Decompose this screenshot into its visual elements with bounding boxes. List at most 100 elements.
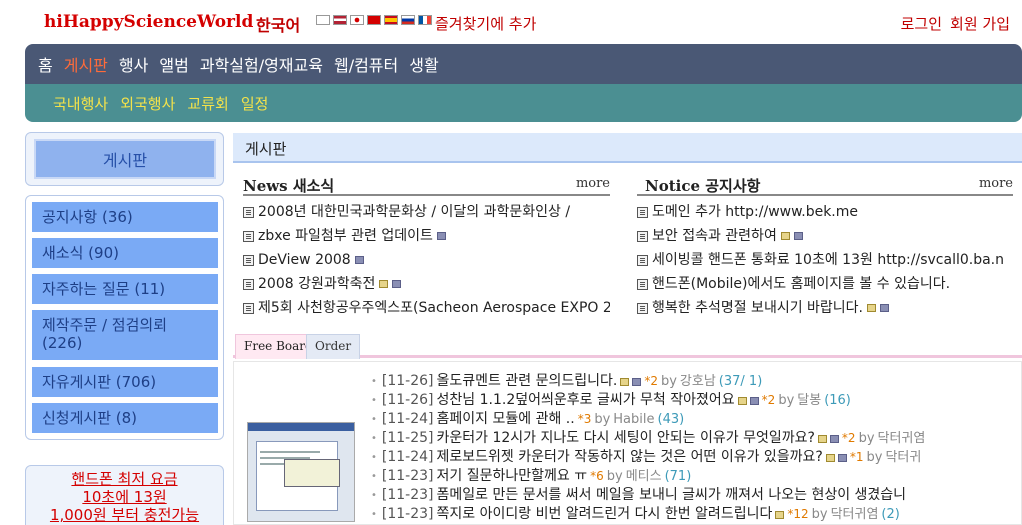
post-title[interactable]: 성찬님 1.1.2덮어씌운후로 글씨가 무척 작아졌어요 <box>437 391 735 410</box>
news-link[interactable]: zbxe 파일첨부 관련 업데이트 <box>258 224 433 248</box>
nav-item-album[interactable]: 앨범 <box>159 52 188 76</box>
news-link[interactable]: 2008년 대한민국과학문화상 / 이달의 과학문화인상 / <box>258 200 570 224</box>
attachment-icon <box>749 396 759 405</box>
subnav-item-schedule[interactable]: 일정 <box>241 93 269 114</box>
subnav-item-exchange[interactable]: 교류회 <box>187 93 228 114</box>
nav-item-events[interactable]: 행사 <box>119 52 148 76</box>
list-item[interactable]: 행복한 추석명절 보내시기 바랍니다. <box>637 296 1013 320</box>
image-icon <box>825 453 835 462</box>
news-link[interactable]: 2008 강원과학축전 <box>258 272 375 296</box>
list-item[interactable]: 핸드폰(Mobile)에서도 홈페이지를 볼 수 있습니다. <box>637 272 1013 296</box>
attachment-icon <box>829 434 839 443</box>
post-icon <box>243 254 254 266</box>
subnav-item-domestic[interactable]: 국내행사 <box>53 93 108 114</box>
by-label: by <box>866 450 883 465</box>
russia-flag-icon[interactable] <box>401 15 415 25</box>
free-board-panel: • [11-26] 올도큐멘트 관련 문의드립니다. *2 by 강호남 (37/ 1) •… <box>233 361 1022 525</box>
post-title[interactable]: 폼메일로 만든 문서를 써서 메일을 보내니 글씨가 깨져서 나오는 현상이 생… <box>437 486 907 505</box>
post-date: [11-25] <box>381 430 434 446</box>
post-author[interactable]: 닥터귀 <box>885 448 921 467</box>
news-more-link[interactable]: more <box>576 176 610 191</box>
list-item[interactable]: zbxe 파일첨부 관련 업데이트 <box>243 224 610 248</box>
nav-main-bar: 홈 게시판 행사 앨범 과학실험/영재교육 웹/컴퓨터 생활 <box>25 44 1022 84</box>
spain-flag-icon[interactable] <box>384 15 398 25</box>
list-item[interactable]: 제5회 사천항공우주엑스포(Sacheon Aerospace EXPO 2 <box>243 296 610 320</box>
ad-line[interactable]: 핸드폰 최저 요금 <box>26 470 223 488</box>
notice-link[interactable]: 행복한 추석명절 보내시기 바랍니다. <box>652 296 863 320</box>
post-title[interactable]: 저기 질문하나만할께요 ㅠ <box>437 467 588 486</box>
site-logo[interactable]: hiHappyScienceWorld <box>44 12 253 32</box>
table-row[interactable]: • [11-23] 쪽지로 아이디랑 비번 알려드린거 다시 한번 알려드립니다 *1… <box>371 505 1022 524</box>
notice-link[interactable]: 보안 접속과 관련하여 <box>652 224 777 248</box>
notice-more-link[interactable]: more <box>979 176 1013 191</box>
post-author[interactable]: Habile <box>613 410 654 429</box>
list-item[interactable]: 2008년 대한민국과학문화상 / 이달의 과학문화인상 / <box>243 200 610 224</box>
post-author[interactable]: 닥터귀염 <box>878 429 926 448</box>
nav-item-life[interactable]: 생활 <box>409 52 438 76</box>
signup-link[interactable]: 회원 가입 <box>950 13 1010 34</box>
usa-flag-icon[interactable] <box>333 15 347 25</box>
post-author[interactable]: 닥터귀염 <box>831 505 879 524</box>
list-item[interactable]: 도메인 추가 http://www.bek.me <box>637 200 1013 224</box>
table-row[interactable]: • [11-23] 폼메일로 만든 문서를 써서 메일을 보내니 글씨가 깨져서 나… <box>371 486 1022 505</box>
notice-section: Notice 공지사항 more 도메인 추가 http://www.bek.m… <box>637 172 1013 320</box>
news-link[interactable]: DeView 2008 <box>258 248 351 272</box>
post-author[interactable]: 메티스 <box>626 467 662 486</box>
phone-ad[interactable]: 핸드폰 최저 요금 10초에 13원 1,000원 부터 충전가능 <box>25 465 224 525</box>
ad-line[interactable]: 10초에 13원 <box>26 488 223 506</box>
list-item[interactable]: 2008 강원과학축전 <box>243 272 610 296</box>
table-row[interactable]: • [11-23] 저기 질문하나만할께요 ㅠ *6 by 메티스 (71) <box>371 467 1022 486</box>
login-link[interactable]: 로그인 <box>901 13 942 34</box>
japan-flag-icon[interactable] <box>350 15 364 25</box>
nav-sub-bar: 국내행사 외국행사 교류회 일정 <box>25 84 1022 122</box>
lock-icon <box>775 510 785 519</box>
table-row[interactable]: • [11-26] 성찬님 1.1.2덮어씌운후로 글씨가 무척 작아졌어요 *2 by… <box>371 391 1022 410</box>
tab-order[interactable]: Order <box>306 334 361 359</box>
list-item[interactable]: 세이빙콜 핸드폰 통화료 10초에 13원 http://svcall0.ba.… <box>637 248 1013 272</box>
post-title[interactable]: 제로보드위젯 카운터가 작동하지 않는 것은 어떤 이유가 있을까요? <box>437 448 823 467</box>
france-flag-icon[interactable] <box>418 15 432 25</box>
ad-line[interactable]: 1,000원 부터 충전가능 <box>26 506 223 524</box>
comment-count: *2 <box>761 393 776 407</box>
news-title: News 새소식 <box>243 177 335 195</box>
post-thumbnail[interactable] <box>247 422 355 522</box>
notice-link[interactable]: 핸드폰(Mobile)에서도 홈페이지를 볼 수 있습니다. <box>652 272 950 296</box>
post-title[interactable]: 쪽지로 아이디랑 비번 알려드린거 다시 한번 알려드립니다 <box>437 505 773 524</box>
sidebar-item-orders[interactable]: 제작주문 / 점검의뢰 (226) <box>32 310 218 360</box>
bullet-dot-icon: • <box>371 490 377 501</box>
table-row[interactable]: • [11-25] 카운터가 12시가 지나도 다시 세팅이 안되는 이유가 무엇일… <box>371 429 1022 448</box>
post-author[interactable]: 강호남 <box>680 372 716 391</box>
sidebar-item-apply[interactable]: 신청게시판 (8) <box>32 403 218 433</box>
add-favorite-link[interactable]: 즐겨찾기에 추가 <box>435 13 536 34</box>
subnav-item-foreign[interactable]: 외국행사 <box>120 93 175 114</box>
sidebar-title[interactable]: 게시판 <box>34 139 216 179</box>
list-item[interactable]: DeView 2008 <box>243 248 610 272</box>
table-row[interactable]: • [11-24] 홈페이지 모듈에 관해 .. *3 by Habile (43) <box>371 410 1022 429</box>
sidebar-item-free-board[interactable]: 자유게시판 (706) <box>32 367 218 397</box>
by-label: by <box>858 431 875 446</box>
table-row[interactable]: • [11-24] 제로보드위젯 카운터가 작동하지 않는 것은 어떤 이유가 있을… <box>371 448 1022 467</box>
page-title: 게시판 <box>245 140 287 158</box>
nav-item-web[interactable]: 웹/컴퓨터 <box>334 52 398 76</box>
nav-item-board[interactable]: 게시판 <box>64 52 108 76</box>
post-title[interactable]: 올도큐멘트 관련 문의드립니다. <box>437 372 618 391</box>
comment-count: *2 <box>644 374 658 388</box>
nav-item-science[interactable]: 과학실험/영재교육 <box>200 52 323 76</box>
language-label[interactable]: 한국어 <box>256 12 300 36</box>
korea-flag-icon[interactable] <box>316 15 330 25</box>
news-link[interactable]: 제5회 사천항공우주엑스포(Sacheon Aerospace EXPO 2 <box>258 296 610 320</box>
china-flag-icon[interactable] <box>367 15 381 25</box>
notice-link[interactable]: 도메인 추가 http://www.bek.me <box>652 200 858 224</box>
nav-item-home[interactable]: 홈 <box>38 52 53 76</box>
post-title[interactable]: 홈페이지 모듈에 관해 .. <box>437 410 575 429</box>
sidebar-item-news[interactable]: 새소식 (90) <box>32 238 218 268</box>
post-title[interactable]: 카운터가 12시가 지나도 다시 세팅이 안되는 이유가 무엇일까요? <box>437 429 815 448</box>
sidebar-item-faq[interactable]: 자주하는 질문 (11) <box>32 274 218 304</box>
post-author[interactable]: 달봉 <box>797 391 821 410</box>
list-item[interactable]: 보안 접속과 관련하여 <box>637 224 1013 248</box>
comment-count: *2 <box>841 431 856 445</box>
notice-link[interactable]: 세이빙콜 핸드폰 통화료 10초에 13원 http://svcall0.ba.… <box>652 248 1004 272</box>
post-icon <box>637 302 648 314</box>
sidebar-item-notice[interactable]: 공지사항 (36) <box>32 202 218 232</box>
table-row[interactable]: • [11-26] 올도큐멘트 관련 문의드립니다. *2 by 강호남 (37/ 1) <box>371 372 1022 391</box>
